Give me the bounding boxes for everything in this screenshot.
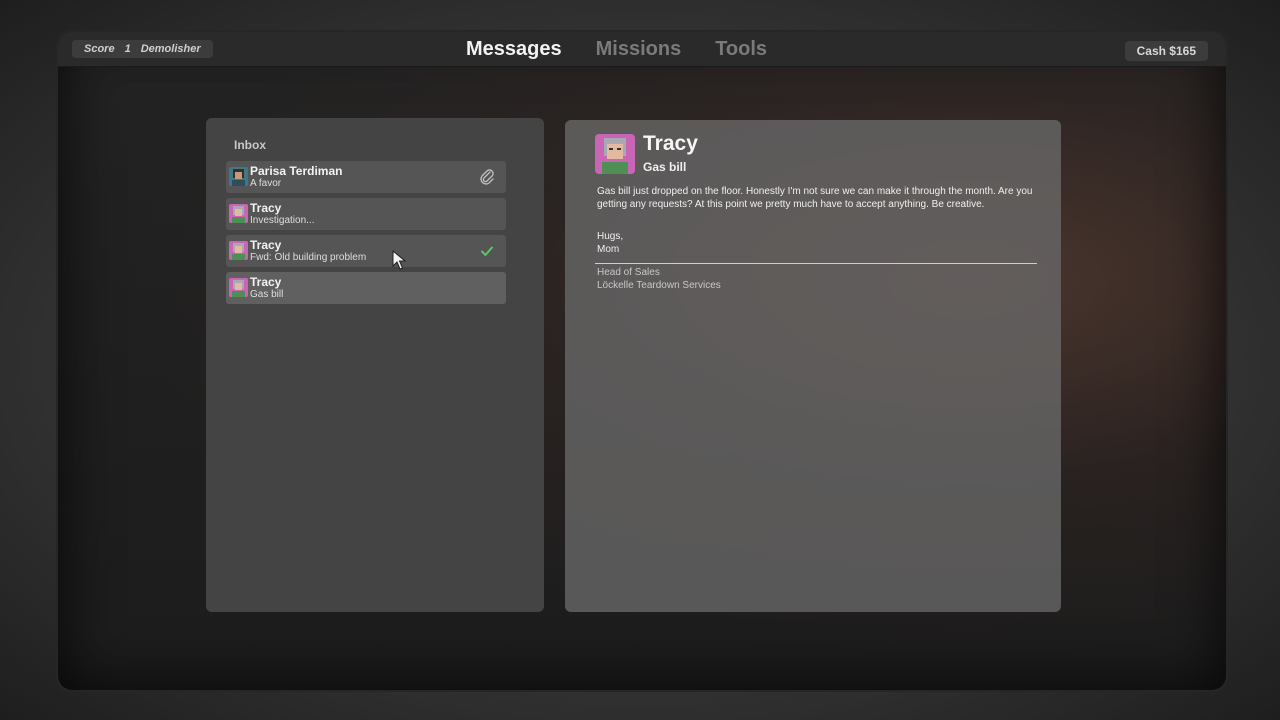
inbox-item-tracy-old-building[interactable]: Tracy Fwd: Old building problem bbox=[226, 235, 506, 267]
message-reader: Tracy Gas bill Gas bill just dropped on … bbox=[565, 120, 1061, 612]
score-label: Score bbox=[84, 43, 115, 55]
inbox-item-tracy-investigation[interactable]: Tracy Investigation... bbox=[226, 198, 506, 230]
top-bar: Score 1 Demolisher Messages Missions Too… bbox=[58, 32, 1226, 67]
message-sender: Tracy bbox=[250, 201, 282, 215]
tab-missions[interactable]: Missions bbox=[596, 38, 682, 61]
signoff-name: Mom bbox=[597, 244, 620, 255]
reader-body: Gas bill just dropped on the floor. Hone… bbox=[597, 186, 1033, 210]
checkmark-icon bbox=[481, 246, 493, 256]
reader-signoff: Hugs, Mom bbox=[597, 230, 623, 256]
inbox-title: Inbox bbox=[234, 138, 266, 152]
message-subject: Gas bill bbox=[250, 289, 284, 300]
tracy-avatar bbox=[229, 241, 248, 260]
paperclip-icon bbox=[480, 169, 494, 185]
parisa-avatar bbox=[229, 167, 248, 186]
tracy-avatar bbox=[229, 278, 248, 297]
tab-bar: Messages Missions Tools bbox=[466, 32, 767, 66]
signature-block: Head of Sales Löckelle Teardown Services bbox=[597, 266, 721, 292]
screen: Score 1 Demolisher Messages Missions Too… bbox=[58, 32, 1226, 690]
tab-tools[interactable]: Tools bbox=[715, 38, 767, 61]
mouse-cursor-icon bbox=[392, 250, 406, 270]
score-value: 1 bbox=[124, 43, 131, 55]
signature-company: Löckelle Teardown Services bbox=[597, 280, 721, 291]
rank-label: Demolisher bbox=[140, 43, 201, 55]
message-subject: Fwd: Old building problem bbox=[250, 252, 367, 263]
inbox-item-tracy-gas-bill[interactable]: Tracy Gas bill bbox=[226, 272, 506, 304]
inbox-panel: Inbox Parisa Terdiman A favor Tracy Inve… bbox=[206, 118, 544, 612]
reader-subject: Gas bill bbox=[643, 160, 687, 174]
tracy-avatar-large bbox=[595, 134, 635, 174]
message-sender: Tracy bbox=[250, 275, 282, 289]
inbox-item-parisa-a-favor[interactable]: Parisa Terdiman A favor bbox=[226, 161, 506, 193]
tab-messages[interactable]: Messages bbox=[466, 38, 562, 61]
message-subject: Investigation... bbox=[250, 215, 315, 226]
closing-line: Hugs, bbox=[597, 231, 624, 242]
message-subject: A favor bbox=[250, 178, 282, 189]
signature-divider bbox=[595, 263, 1037, 264]
cash-badge: Cash $165 bbox=[1124, 41, 1208, 61]
score-badge: Score 1 Demolisher bbox=[72, 40, 213, 58]
reader-sender: Tracy bbox=[643, 132, 698, 155]
signature-title: Head of Sales bbox=[597, 267, 660, 278]
message-sender: Parisa Terdiman bbox=[250, 164, 343, 178]
message-sender: Tracy bbox=[250, 238, 282, 252]
tracy-avatar bbox=[229, 204, 248, 223]
